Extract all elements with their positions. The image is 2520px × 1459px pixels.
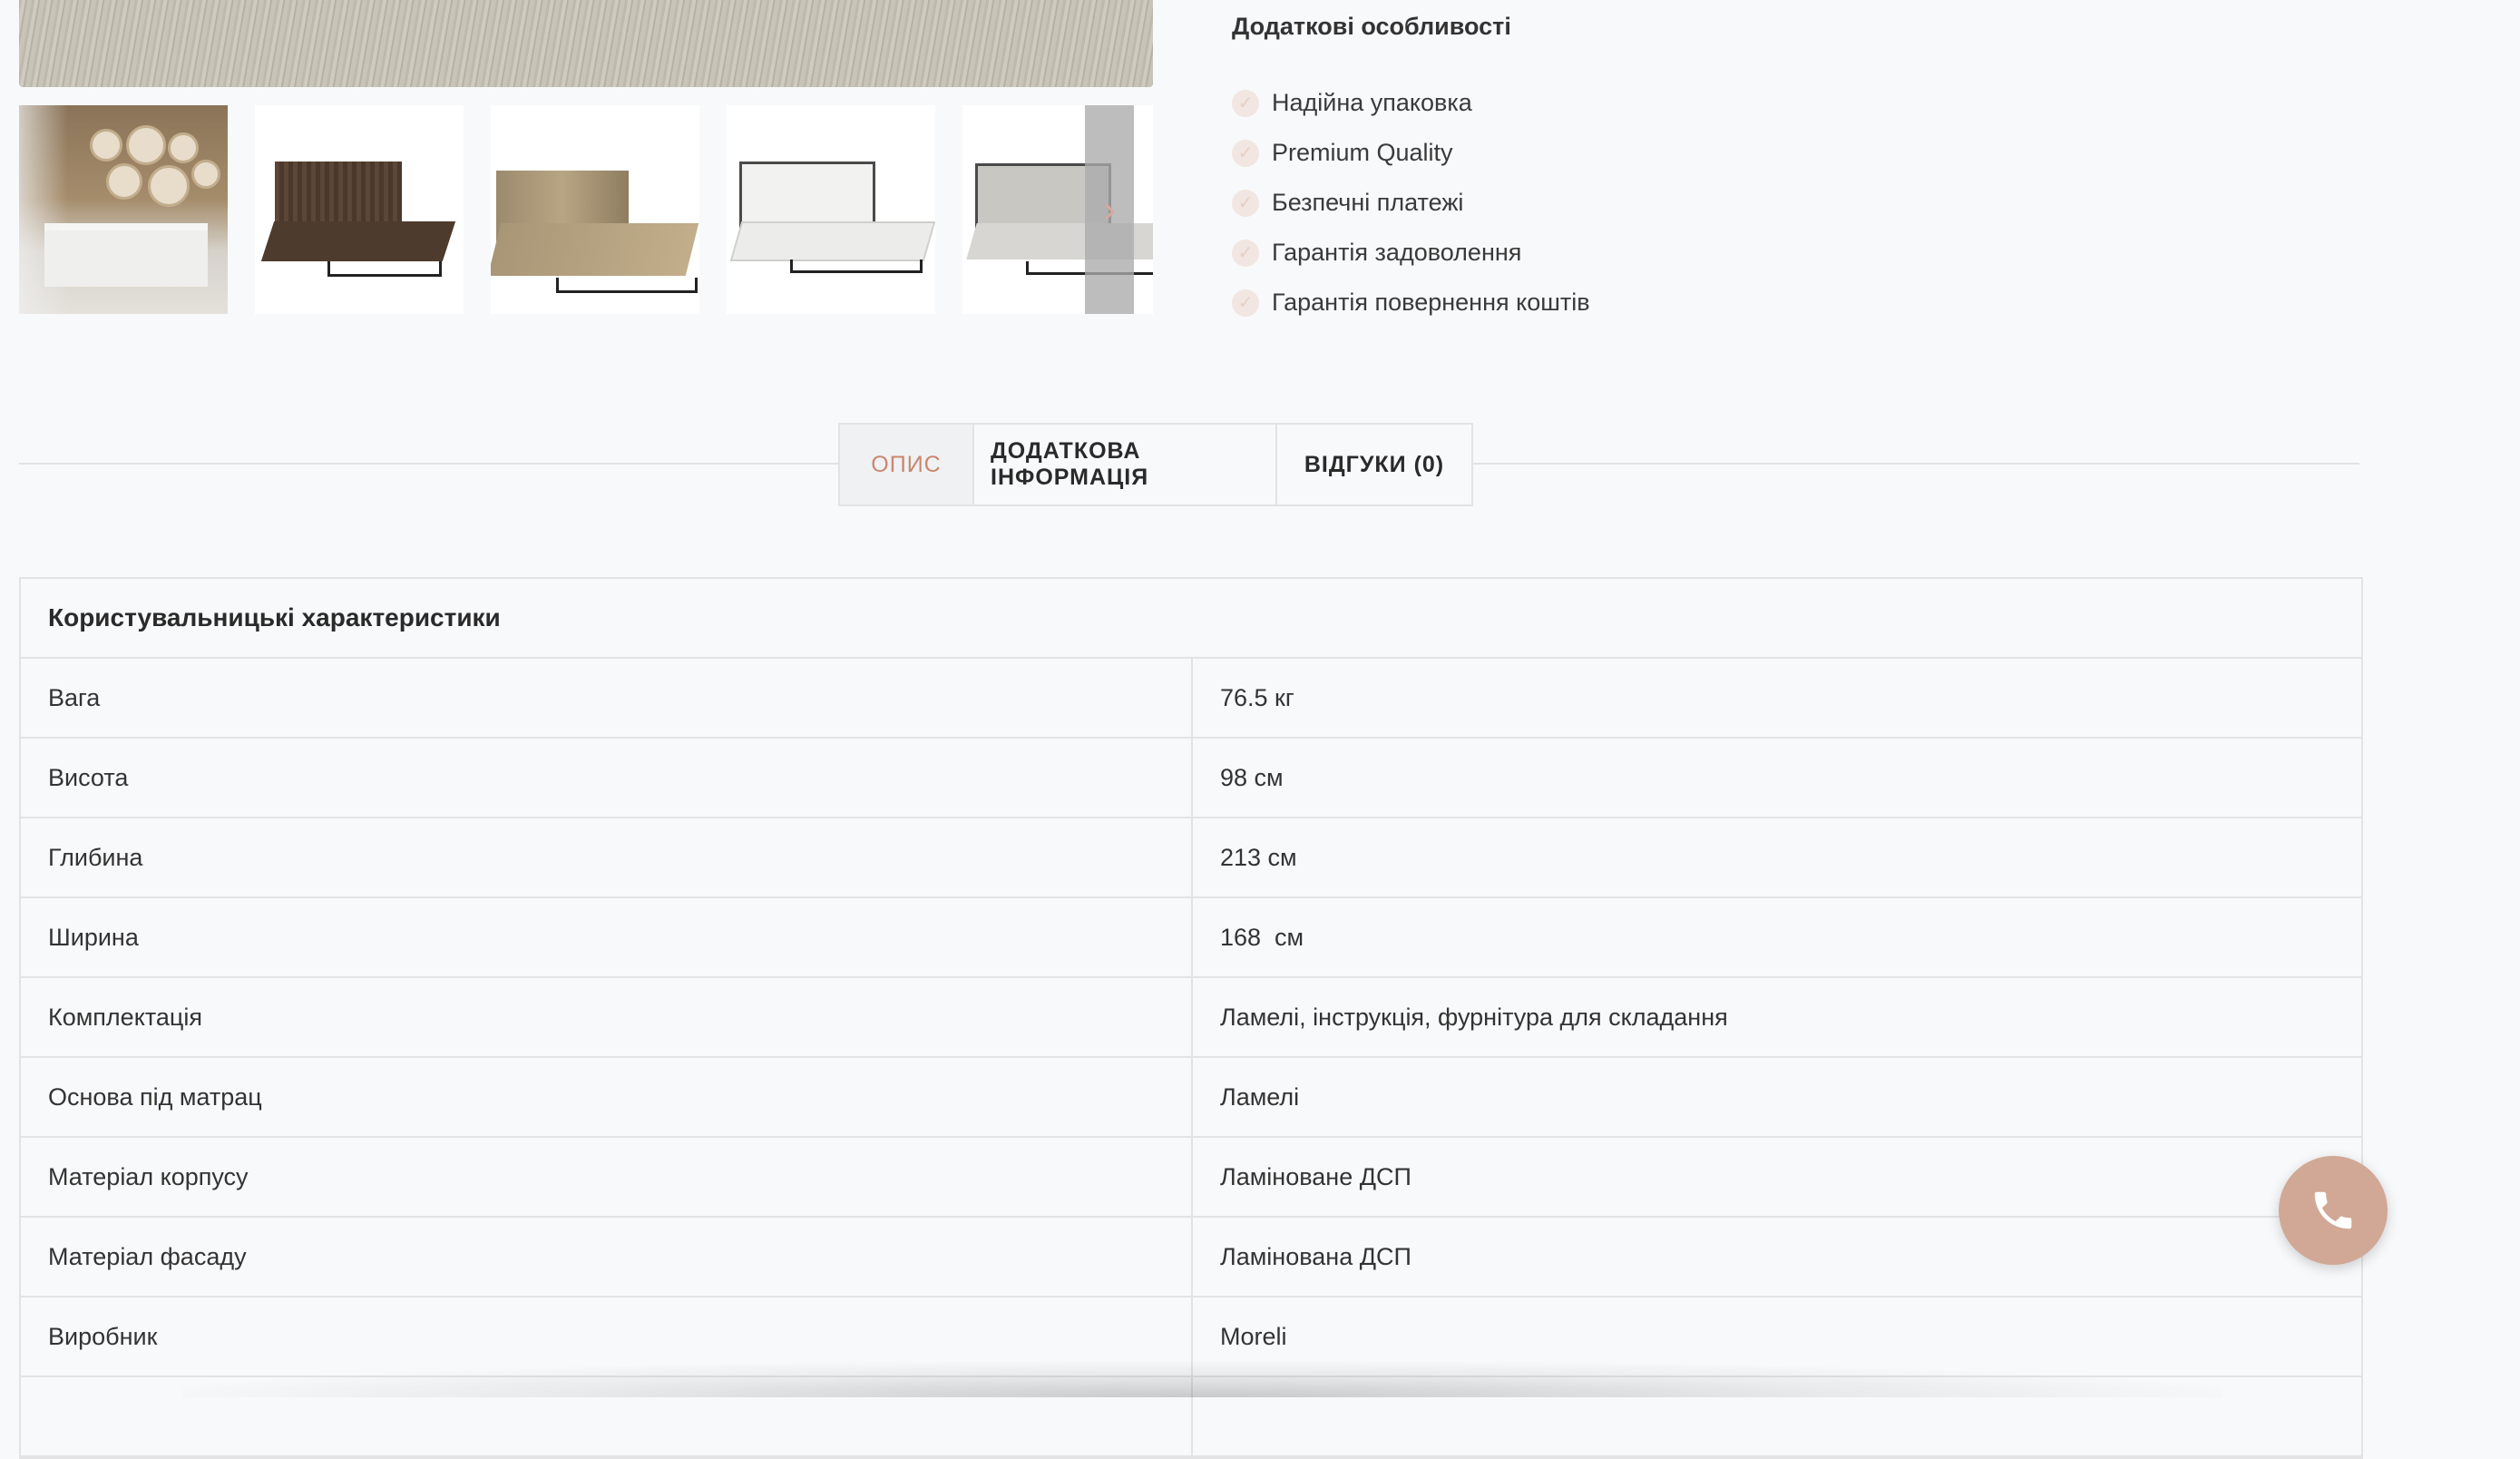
spec-key: Глибина bbox=[21, 818, 1193, 896]
thumbnail-2[interactable] bbox=[255, 105, 464, 314]
feature-item: ✓ Надійна упаковка bbox=[1232, 78, 1590, 128]
spec-table-title: Користувальницькі характеристики bbox=[21, 579, 2361, 659]
table-row: Комплектація Ламелі, інструкція, фурніту… bbox=[21, 978, 2361, 1058]
spec-value: 168 см bbox=[1220, 923, 1304, 951]
check-icon: ✓ bbox=[1232, 89, 1259, 117]
phone-icon bbox=[2314, 1191, 2352, 1229]
bottom-shadow bbox=[181, 1361, 2222, 1397]
table-row: Основа під матрац Ламелі bbox=[21, 1058, 2361, 1138]
spec-key: Матеріал корпусу bbox=[21, 1138, 1193, 1216]
chevron-right-icon[interactable]: › bbox=[1085, 105, 1134, 314]
thumbnail-4[interactable] bbox=[727, 105, 935, 314]
spec-value: Ламелі bbox=[1220, 1082, 1300, 1111]
spec-value: 213 см bbox=[1220, 843, 1297, 871]
tab-reviews[interactable]: ВІДГУКИ (0) bbox=[1275, 425, 1471, 504]
feature-item: ✓ Безпечні платежі bbox=[1232, 178, 1590, 228]
thumbnail-strip bbox=[19, 105, 1153, 314]
spec-value: 76.5 кг bbox=[1220, 683, 1294, 711]
check-icon: ✓ bbox=[1232, 189, 1259, 217]
product-main-image[interactable] bbox=[19, 0, 1153, 87]
spec-key: Основа під матрац bbox=[21, 1058, 1193, 1136]
spec-key: Матеріал фасаду bbox=[21, 1218, 1193, 1296]
features-title: Додаткові особливості bbox=[1232, 13, 1511, 40]
tab-description[interactable]: ОПИС bbox=[840, 425, 972, 504]
check-icon: ✓ bbox=[1232, 289, 1259, 317]
spec-value: Ламелі, інструкція, фурнітура для склада… bbox=[1220, 1003, 1728, 1031]
spec-key: Ширина bbox=[21, 898, 1193, 976]
call-button[interactable] bbox=[2279, 1156, 2388, 1265]
thumbnail-1[interactable] bbox=[19, 105, 228, 314]
table-row: Глибина 213 см bbox=[21, 818, 2361, 898]
table-row: Матеріал фасаду Ламінована ДСП bbox=[21, 1218, 2361, 1297]
feature-item: ✓ Гарантія задоволення bbox=[1232, 228, 1590, 278]
spec-value: 98 см bbox=[1220, 763, 1284, 791]
thumbnail-3[interactable] bbox=[491, 105, 699, 314]
table-row: Ширина 168 см bbox=[21, 898, 2361, 978]
table-row: Вага 76.5 кг bbox=[21, 659, 2361, 739]
feature-item: ✓ Гарантія повернення коштів bbox=[1232, 278, 1590, 328]
spec-key: Вага bbox=[21, 659, 1193, 737]
spec-key: Висота bbox=[21, 739, 1193, 817]
tab-additional-info[interactable]: ДОДАТКОВА ІНФОРМАЦІЯ bbox=[972, 425, 1275, 504]
spec-value: Ламіноване ДСП bbox=[1220, 1162, 1411, 1190]
check-icon: ✓ bbox=[1232, 139, 1259, 167]
table-row: Висота 98 см bbox=[21, 739, 2361, 818]
table-row: Матеріал корпусу Ламіноване ДСП bbox=[21, 1138, 2361, 1218]
check-icon: ✓ bbox=[1232, 239, 1259, 267]
spec-value: Ламінована ДСП bbox=[1220, 1242, 1411, 1270]
product-tabs: ОПИС ДОДАТКОВА ІНФОРМАЦІЯ ВІДГУКИ (0) bbox=[838, 423, 1473, 506]
spec-key: Комплектація bbox=[21, 978, 1193, 1056]
features-list: ✓ Надійна упаковка ✓ Premium Quality ✓ Безп… bbox=[1232, 78, 1590, 328]
feature-item: ✓ Premium Quality bbox=[1232, 128, 1590, 178]
spec-table: Користувальницькі характеристики Вага 76… bbox=[19, 577, 2363, 1459]
